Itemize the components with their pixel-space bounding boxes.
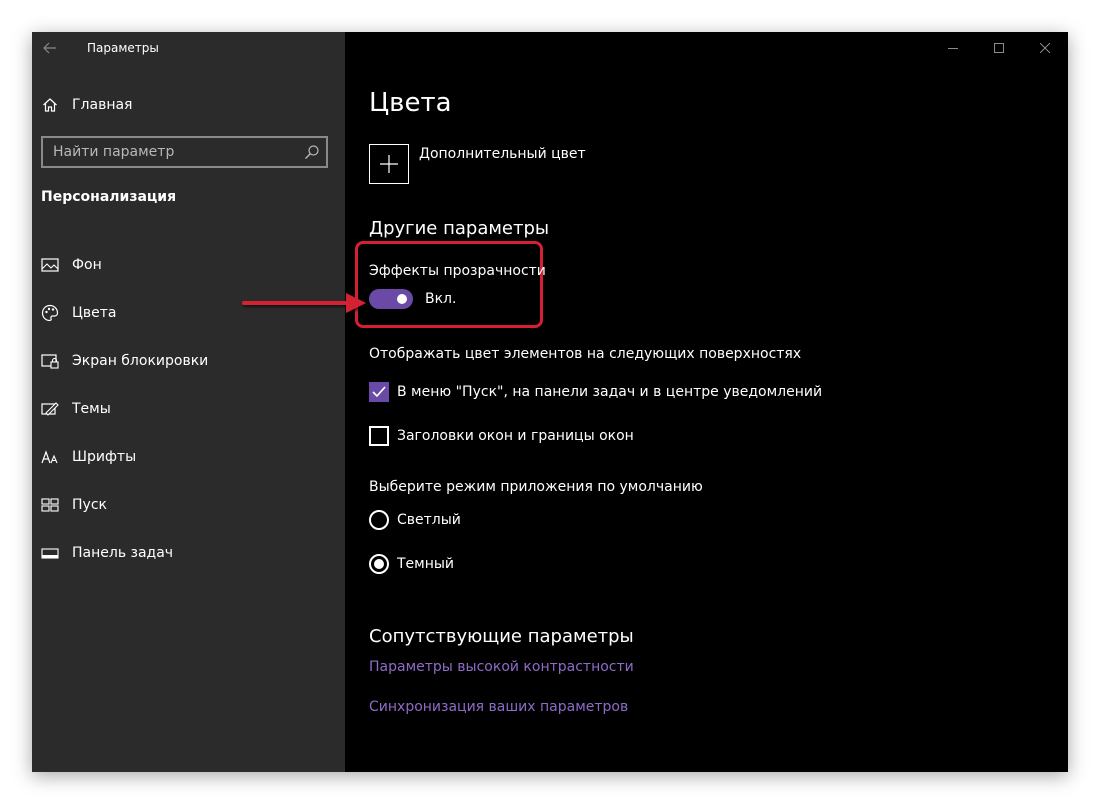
annotation-highlight-box	[355, 241, 543, 328]
fonts-icon	[41, 448, 59, 466]
sync-settings-link[interactable]: Синхронизация ваших параметров	[369, 699, 628, 715]
app-mode-label: Выберите режим приложения по умолчанию	[369, 479, 703, 495]
sidebar-item-start[interactable]: Пуск	[32, 481, 345, 529]
radio-label: Темный	[397, 556, 455, 572]
search-box	[41, 136, 328, 168]
sidebar-item-label: Главная	[72, 97, 133, 113]
checkmark-icon	[372, 386, 386, 398]
sidebar-item-label: Темы	[72, 401, 111, 417]
sidebar-item-themes[interactable]: Темы	[32, 385, 345, 433]
content-pane: Цвета Дополнительный цвет Другие парамет…	[345, 32, 1068, 772]
settings-window: Параметры Главная Персонализация	[32, 32, 1068, 772]
transparency-label: Эффекты прозрачности	[369, 263, 546, 279]
checkbox-label: В меню "Пуск", на панели задач и в центр…	[397, 384, 823, 400]
checkbox-row-start-taskbar[interactable]: В меню "Пуск", на панели задач и в центр…	[369, 382, 822, 402]
window-controls	[930, 32, 1068, 64]
checkbox-row-title-bars[interactable]: Заголовки окон и границы окон	[369, 426, 634, 446]
sidebar-item-label: Шрифты	[72, 449, 137, 465]
sidebar-item-label: Фон	[72, 257, 102, 273]
picture-icon	[41, 256, 59, 274]
minimize-icon	[948, 48, 958, 49]
back-button[interactable]	[34, 32, 66, 64]
radio-row-dark[interactable]: Темный	[369, 554, 454, 574]
maximize-icon	[994, 43, 1004, 53]
other-params-title: Другие параметры	[369, 218, 550, 239]
minimize-button[interactable]	[930, 32, 976, 64]
transparency-toggle-row: Вкл.	[369, 289, 456, 309]
search-icon[interactable]	[304, 144, 320, 160]
light-mode-radio[interactable]	[369, 510, 389, 530]
sidebar-item-label: Пуск	[72, 497, 107, 513]
sidebar-item-label: Цвета	[72, 305, 117, 321]
surfaces-label: Отображать цвет элементов на следующих п…	[369, 346, 802, 362]
plus-icon	[369, 144, 409, 184]
sidebar-item-label: Экран блокировки	[72, 353, 209, 369]
sidebar-item-home[interactable]: Главная	[32, 89, 345, 121]
app-title: Параметры	[87, 41, 159, 55]
dark-mode-radio[interactable]	[369, 554, 389, 574]
taskbar-icon	[41, 544, 59, 562]
sidebar-item-taskbar[interactable]: Панель задач	[32, 529, 345, 577]
lock-screen-icon	[41, 352, 59, 370]
radio-label: Светлый	[397, 512, 461, 528]
close-button[interactable]	[1022, 32, 1068, 64]
start-taskbar-checkbox[interactable]	[369, 382, 389, 402]
sidebar-item-lock-screen[interactable]: Экран блокировки	[32, 337, 345, 385]
add-color-label: Дополнительный цвет	[419, 146, 586, 162]
start-icon	[41, 496, 59, 514]
sidebar-item-background[interactable]: Фон	[32, 241, 345, 289]
checkbox-label: Заголовки окон и границы окон	[397, 428, 634, 444]
back-arrow-icon	[43, 42, 56, 54]
sidebar: Параметры Главная Персонализация	[32, 32, 345, 772]
sidebar-item-fonts[interactable]: Шрифты	[32, 433, 345, 481]
sidebar-item-label: Панель задач	[72, 545, 174, 561]
search-input[interactable]	[43, 138, 301, 166]
add-custom-color-button[interactable]: Дополнительный цвет	[369, 144, 586, 184]
title-bars-checkbox[interactable]	[369, 426, 389, 446]
themes-icon	[41, 400, 59, 418]
related-settings-title: Сопутствующие параметры	[369, 626, 634, 647]
toggle-state-label: Вкл.	[425, 291, 457, 307]
palette-icon	[41, 304, 59, 322]
high-contrast-link[interactable]: Параметры высокой контрастности	[369, 659, 634, 675]
section-title: Персонализация	[41, 189, 177, 205]
title-bar: Параметры	[32, 32, 345, 64]
maximize-button[interactable]	[976, 32, 1022, 64]
page-title: Цвета	[369, 88, 452, 118]
close-icon	[1040, 43, 1050, 53]
radio-row-light[interactable]: Светлый	[369, 510, 461, 530]
home-icon	[41, 96, 59, 114]
annotation-arrow	[242, 293, 366, 313]
radio-selected-dot	[374, 559, 384, 569]
transparency-toggle[interactable]	[369, 289, 413, 309]
toggle-knob	[397, 294, 407, 304]
